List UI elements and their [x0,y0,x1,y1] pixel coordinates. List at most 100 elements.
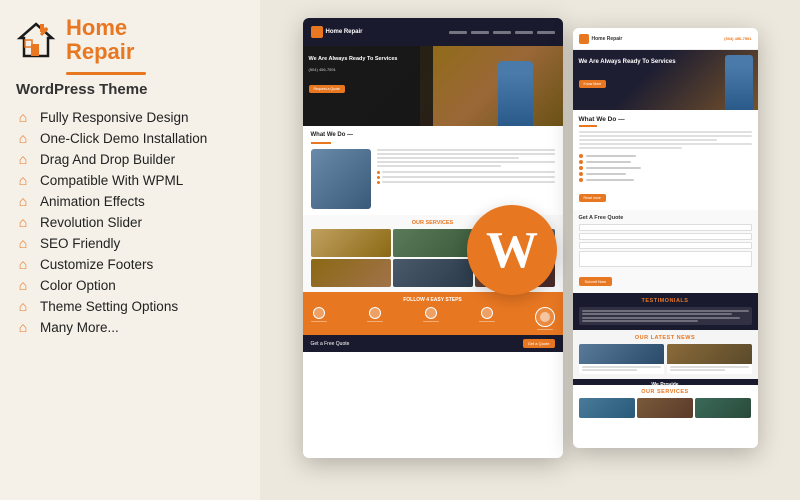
mock-list-item [377,171,555,174]
feature-icon-house-3: ⌂ [14,172,32,188]
feature-icon-house-2: ⌂ [14,151,32,167]
mock2-text-line [579,139,717,141]
feature-icon-house-7: ⌂ [14,256,32,272]
feature-icon-house-6: ⌂ [14,235,32,251]
mock-step-label [479,321,495,323]
mock-step-5 [535,307,555,331]
mock-logo-icon [311,26,323,38]
mock-list-line [382,171,555,173]
feature-label: Compatible With WPML [40,173,183,188]
feature-item-color: ⌂ Color Option [14,276,246,294]
brand-name: Home Repair [66,16,134,64]
mock2-list-item [579,172,752,176]
feature-list: ⌂ Fully Responsive Design ⌂ One-Click De… [14,108,246,336]
mock-service-item-5 [393,259,473,287]
mock2-test-line [582,310,749,312]
mock2-test-line [582,317,741,319]
mock2-form-field-1 [579,224,752,231]
feature-item-seo: ⌂ SEO Friendly [14,234,246,252]
mock2-service-item-1 [579,398,635,418]
feature-label: Theme Setting Options [40,299,178,314]
mock2-hero-title: We Are Always Ready To Services [579,58,676,66]
mock-content-row [311,149,555,209]
mock-hero-image [420,46,563,126]
mock-step-circle [425,307,437,319]
mock2-service-item-3 [695,398,751,418]
mock-nav-item [449,31,467,34]
mock2-form-fields [579,224,752,267]
mock2-list-text [586,161,631,163]
mock2-list-item [579,154,752,158]
mock2-list-text [586,155,636,157]
mock2-quote-form-section: Get A Free Quote Submit Now [573,210,758,293]
mock-bullet [377,171,380,174]
mock2-form-field-3 [579,242,752,249]
mock2-form-field-4 [579,251,752,267]
mock-step-1 [311,307,327,331]
mock2-news-line [582,369,637,371]
mock-list-line [382,181,555,183]
mock-hero-phone: (504) 456-7591 [309,67,398,72]
feature-label: Color Option [40,278,116,293]
mock2-services-title: OUR SERVICES [579,389,752,395]
mock-quote-text: Get a Free Quote [311,341,350,347]
mock2-text-line [579,131,752,133]
right-panel: W Home Repair We Are Always Ready To S [260,0,800,500]
secondary-mockup: Home Repair (504) 456-7591 We Are Always… [573,28,758,448]
mock-step-2 [367,307,383,331]
mock2-hero: We Are Always Ready To Services Know Mor… [573,50,758,110]
mock2-logo-text: Home Repair [592,36,623,42]
feature-item-footers: ⌂ Customize Footers [14,255,246,273]
mock2-phone: (504) 456-7591 [724,36,751,41]
mock-service-item-2 [393,229,473,257]
mock2-form-title: Get A Free Quote [579,215,752,221]
mock2-news-item-1 [579,344,664,374]
mock2-list-dot [579,178,583,182]
mock-logo: Home Repair [311,26,363,38]
mock-list [377,171,555,184]
mock-worker-placeholder [498,61,533,126]
mock2-test-title: TESTIMONIALS [579,298,752,304]
mock-hero: We Are Always Ready To Services (504) 45… [303,46,563,126]
mock2-list [579,154,752,182]
mock-nav-item [515,31,533,34]
feature-icon-house-9: ⌂ [14,298,32,314]
mock2-list-item [579,178,752,182]
mock-logo-text: Home Repair [326,29,363,35]
brand-text-container: Home Repair [66,16,134,64]
mock2-list-item [579,166,752,170]
feature-label: One-Click Demo Installation [40,131,207,146]
mock2-list-dot [579,166,583,170]
mock2-news-grid [579,344,752,374]
mock2-service-item-2 [637,398,693,418]
mock2-services-section: We Provide OUR SERVICES [573,379,758,423]
feature-icon-house-10: ⌂ [14,319,32,335]
mock2-test-line [582,320,699,322]
mock2-text-lines [579,131,752,149]
feature-item-revolution: ⌂ Revolution Slider [14,213,246,231]
mock2-list-dot [579,154,583,158]
feature-label: Fully Responsive Design [40,110,189,125]
mock2-news-img [667,344,752,364]
mock-what-we-do-section: What We Do — [303,126,563,215]
mock-text-line [377,149,555,151]
mock-section-title: What We Do — [311,132,555,138]
mock-list-line [382,176,555,178]
mock-service-item-4 [311,259,391,287]
mock2-section-title: What We Do — [579,116,752,123]
mock-hero-btn: Request a Quote [309,85,345,93]
feature-item-wpml: ⌂ Compatible With WPML [14,171,246,189]
mock2-list-item [579,160,752,164]
mock2-hero-text: We Are Always Ready To Services Know Mor… [579,58,676,90]
mock2-list-text [586,167,641,169]
feature-item-more: ⌂ Many More... [14,318,246,336]
mock-step-label [423,321,439,323]
mock-step-4 [479,307,495,331]
mock2-test-content [579,307,752,326]
mock2-news-item-2 [667,344,752,374]
mock2-latest-title: OUR LATEST NEWS [579,335,752,341]
mock-hero-title: We Are Always Ready To Services [309,56,398,63]
mock2-services-grid [579,398,752,418]
mock-worker-photo [311,149,371,209]
feature-item-fully-responsive: ⌂ Fully Responsive Design [14,108,246,126]
